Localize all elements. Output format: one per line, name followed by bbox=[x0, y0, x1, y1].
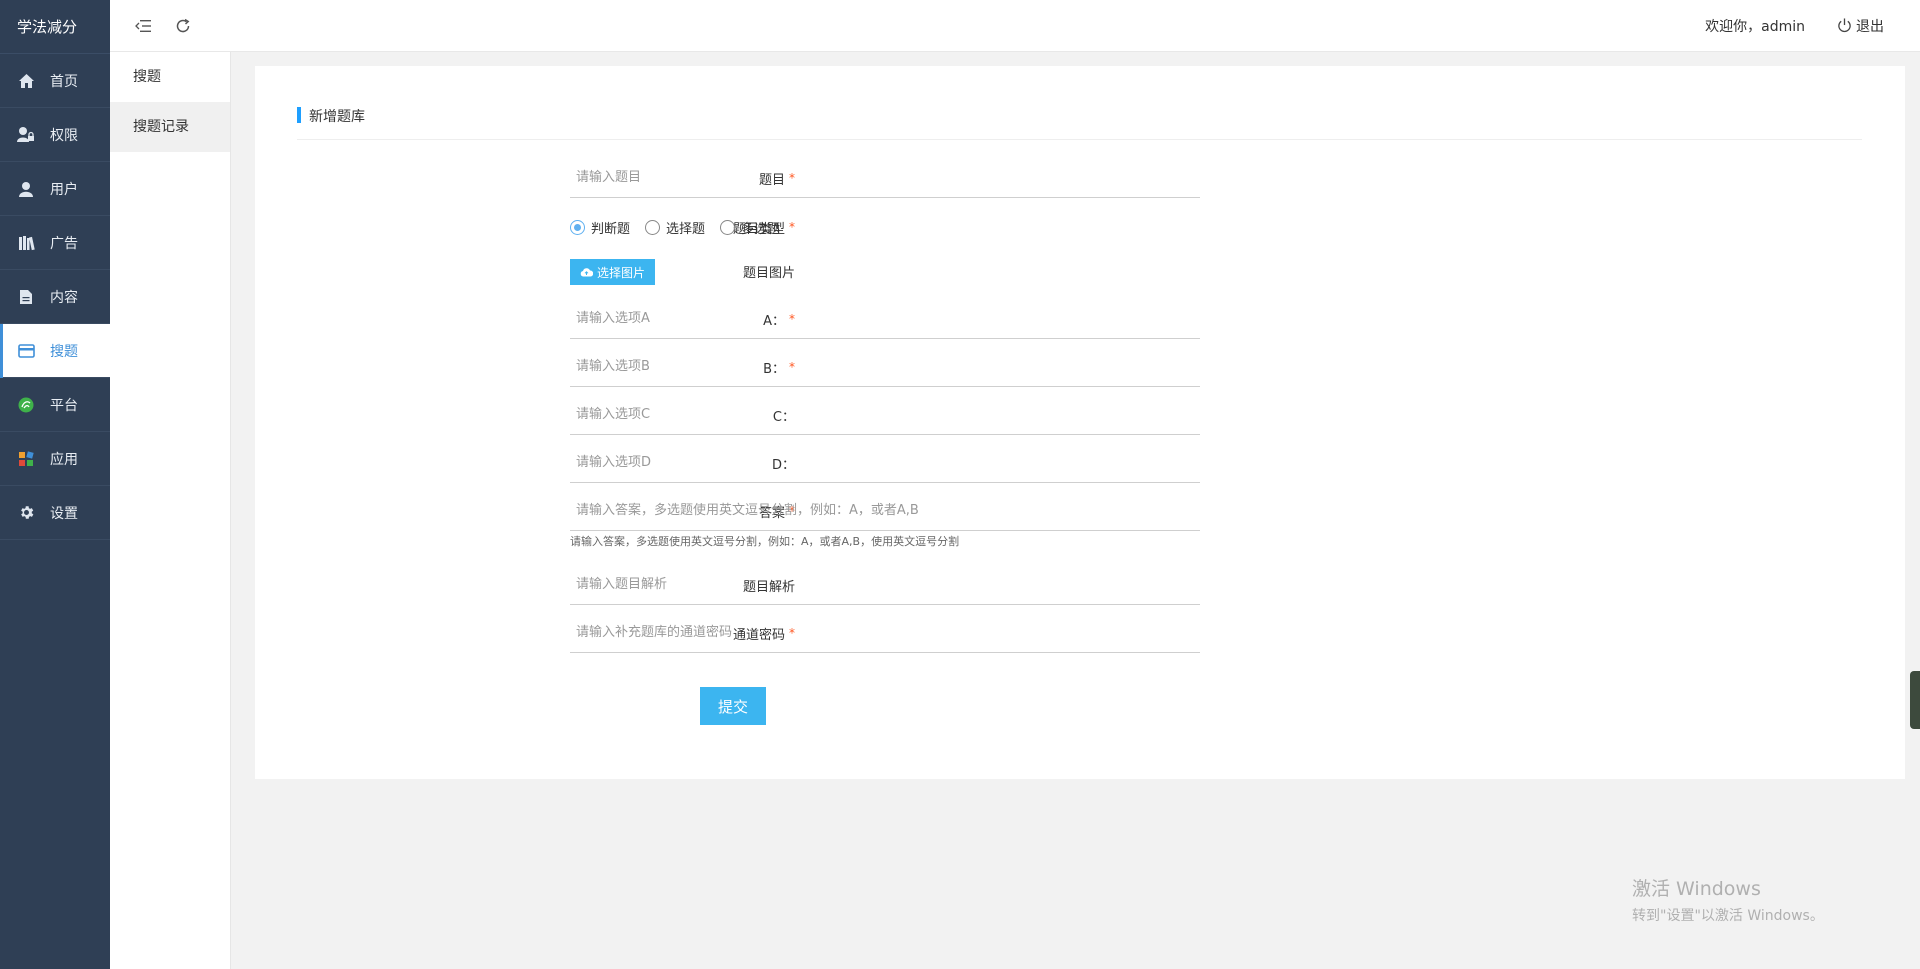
answer-input[interactable] bbox=[570, 491, 1200, 531]
answer-row: 答案 * bbox=[255, 491, 1905, 531]
card-icon bbox=[17, 342, 35, 360]
nav-label: 首页 bbox=[50, 73, 78, 90]
submit-button[interactable]: 提交 bbox=[700, 687, 766, 725]
page-title: 新增题库 bbox=[309, 109, 365, 125]
welcome-text: 欢迎你，admin bbox=[1705, 18, 1805, 35]
radio-single-choice[interactable]: 选择题 bbox=[645, 218, 705, 237]
nav-label: 权限 bbox=[50, 127, 78, 144]
user-lock-icon bbox=[17, 126, 35, 144]
image-row: 题目图片 选择图片 bbox=[255, 251, 1905, 291]
select-image-button[interactable]: 选择图片 bbox=[570, 259, 656, 285]
nav-label: 广告 bbox=[50, 235, 78, 252]
nav-item-home[interactable]: 首页 bbox=[0, 54, 110, 108]
question-row: 题目 * bbox=[255, 158, 1905, 198]
analysis-row: 题目解析 bbox=[255, 565, 1905, 605]
nav-label: 设置 bbox=[50, 505, 78, 522]
platform-icon bbox=[17, 396, 35, 414]
analysis-input[interactable] bbox=[570, 565, 1200, 605]
card-header: 新增题库 bbox=[297, 106, 1862, 140]
main-nav: 学法减分 首页 权限 用户 广告 内容 搜题 平台 应用 设置 bbox=[0, 0, 110, 969]
nav-item-search-question[interactable]: 搜题 bbox=[0, 324, 110, 378]
title-accent-bar bbox=[297, 107, 301, 123]
radio-unchecked-icon bbox=[645, 219, 661, 235]
submenu-item-search[interactable]: 搜题 bbox=[110, 52, 230, 102]
power-icon bbox=[1837, 18, 1852, 33]
password-row: 通道密码 * bbox=[255, 613, 1905, 653]
windows-activation-watermark: 激活 Windows 转到"设置"以激活 Windows。 bbox=[1632, 874, 1824, 925]
nav-item-permission[interactable]: 权限 bbox=[0, 108, 110, 162]
user-icon bbox=[17, 180, 35, 198]
option-a-input[interactable] bbox=[570, 299, 1200, 339]
radio-unchecked-icon bbox=[720, 219, 736, 235]
edge-side-widget[interactable] bbox=[1910, 671, 1920, 729]
type-radio-group: 判断题 选择题 多选题 bbox=[570, 207, 795, 247]
nav-label: 搜题 bbox=[50, 343, 78, 360]
question-input[interactable] bbox=[570, 158, 1200, 198]
option-b-row: B： * bbox=[255, 347, 1905, 387]
watermark-line-2: 转到"设置"以激活 Windows。 bbox=[1632, 908, 1824, 924]
gear-icon bbox=[17, 504, 35, 522]
option-d-row: D： bbox=[255, 443, 1905, 483]
radio-checked-icon bbox=[570, 219, 585, 235]
nav-label: 内容 bbox=[50, 289, 78, 306]
brand-title: 学法减分 bbox=[0, 0, 110, 54]
sub-menu: 搜题 搜题记录 bbox=[110, 52, 231, 969]
logout-label: 退出 bbox=[1856, 18, 1884, 35]
apps-icon bbox=[17, 450, 35, 468]
submenu-item-search-history[interactable]: 搜题记录 bbox=[110, 102, 230, 152]
nav-label: 应用 bbox=[50, 451, 78, 468]
document-icon bbox=[17, 288, 35, 306]
books-icon bbox=[17, 234, 35, 252]
option-b-input[interactable] bbox=[570, 347, 1200, 387]
type-row: 题目类型 * 判断题 选择题 多选题 bbox=[255, 207, 1905, 247]
form-card: 新增题库 题目* 题目类型* 判断题 选择题 多选题 题目图片 选择图片 A：*… bbox=[255, 66, 1905, 779]
option-d-input[interactable] bbox=[570, 443, 1200, 483]
option-c-input[interactable] bbox=[570, 395, 1200, 435]
nav-label: 用户 bbox=[50, 181, 78, 198]
answer-hint: 请输入答案，多选题使用英文逗号分割，例如：A，或者A,B，使用英文逗号分割 bbox=[570, 535, 960, 548]
nav-item-settings[interactable]: 设置 bbox=[0, 486, 110, 540]
watermark-line-1: 激活 Windows bbox=[1632, 878, 1761, 900]
option-a-row: A： * bbox=[255, 299, 1905, 339]
radio-true-false[interactable]: 判断题 bbox=[570, 218, 630, 237]
cloud-upload-icon bbox=[580, 267, 593, 277]
nav-item-ads[interactable]: 广告 bbox=[0, 216, 110, 270]
nav-item-platform[interactable]: 平台 bbox=[0, 378, 110, 432]
home-icon bbox=[17, 72, 35, 90]
image-label: 题目图片 bbox=[742, 265, 795, 281]
collapse-menu-icon[interactable] bbox=[132, 15, 154, 37]
logout-button[interactable]: 退出 bbox=[1837, 16, 1884, 36]
option-c-row: C： bbox=[255, 395, 1905, 435]
refresh-icon[interactable] bbox=[172, 15, 194, 37]
nav-label: 平台 bbox=[50, 397, 78, 414]
radio-multiple-choice[interactable]: 多选题 bbox=[720, 218, 780, 237]
nav-item-apps[interactable]: 应用 bbox=[0, 432, 110, 486]
top-bar: 欢迎你，admin 退出 bbox=[110, 0, 1920, 52]
password-input[interactable] bbox=[570, 613, 1200, 653]
nav-item-content[interactable]: 内容 bbox=[0, 270, 110, 324]
nav-item-users[interactable]: 用户 bbox=[0, 162, 110, 216]
